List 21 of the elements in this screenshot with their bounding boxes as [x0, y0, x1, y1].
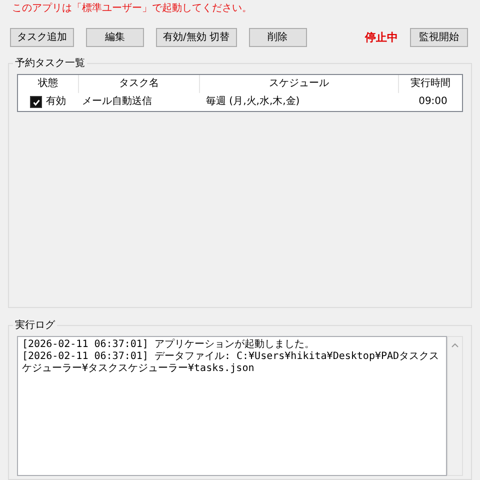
scroll-up-icon[interactable] — [451, 343, 459, 348]
status-text: 停止中 — [365, 30, 398, 44]
warning-text: このアプリは「標準ユーザー」で起動してください。 — [11, 2, 253, 16]
column-header[interactable]: 実行時間 — [399, 75, 462, 93]
column-header[interactable]: スケジュール — [200, 75, 399, 93]
checkbox[interactable] — [30, 96, 42, 108]
column-header[interactable]: タスク名 — [79, 75, 200, 93]
toolbar-button[interactable]: 編集 — [86, 28, 144, 46]
toolbar-button[interactable]: 有効/無効 切替 — [156, 28, 237, 46]
table-cell: 09:00 — [418, 96, 448, 107]
start-monitoring-button[interactable]: 監視開始 — [410, 28, 468, 46]
table-cell-text: 有効 — [46, 94, 66, 109]
table-cell: メール自動送信 — [82, 96, 152, 107]
toolbar-button[interactable]: タスク追加 — [10, 28, 74, 46]
table-cell: 毎週 (月,火,水,木,金) — [206, 96, 300, 107]
group-title: 実行ログ — [14, 318, 56, 332]
column-header[interactable]: 状態 — [18, 75, 79, 93]
scrollbar[interactable] — [447, 336, 463, 476]
group-title: 予約タスク一覧 — [14, 57, 86, 70]
log-text-area[interactable]: [2026-02-11 06:37:01] アプリケーションが起動しました。 [2026-02-11 06:37:01] データファイル: C:¥Users¥hikita¥Desktop¥PADタスクスケジューラー¥タスクスケジューラー¥tasks.json — [17, 336, 447, 476]
toolbar-button[interactable]: 削除 — [248, 28, 307, 46]
